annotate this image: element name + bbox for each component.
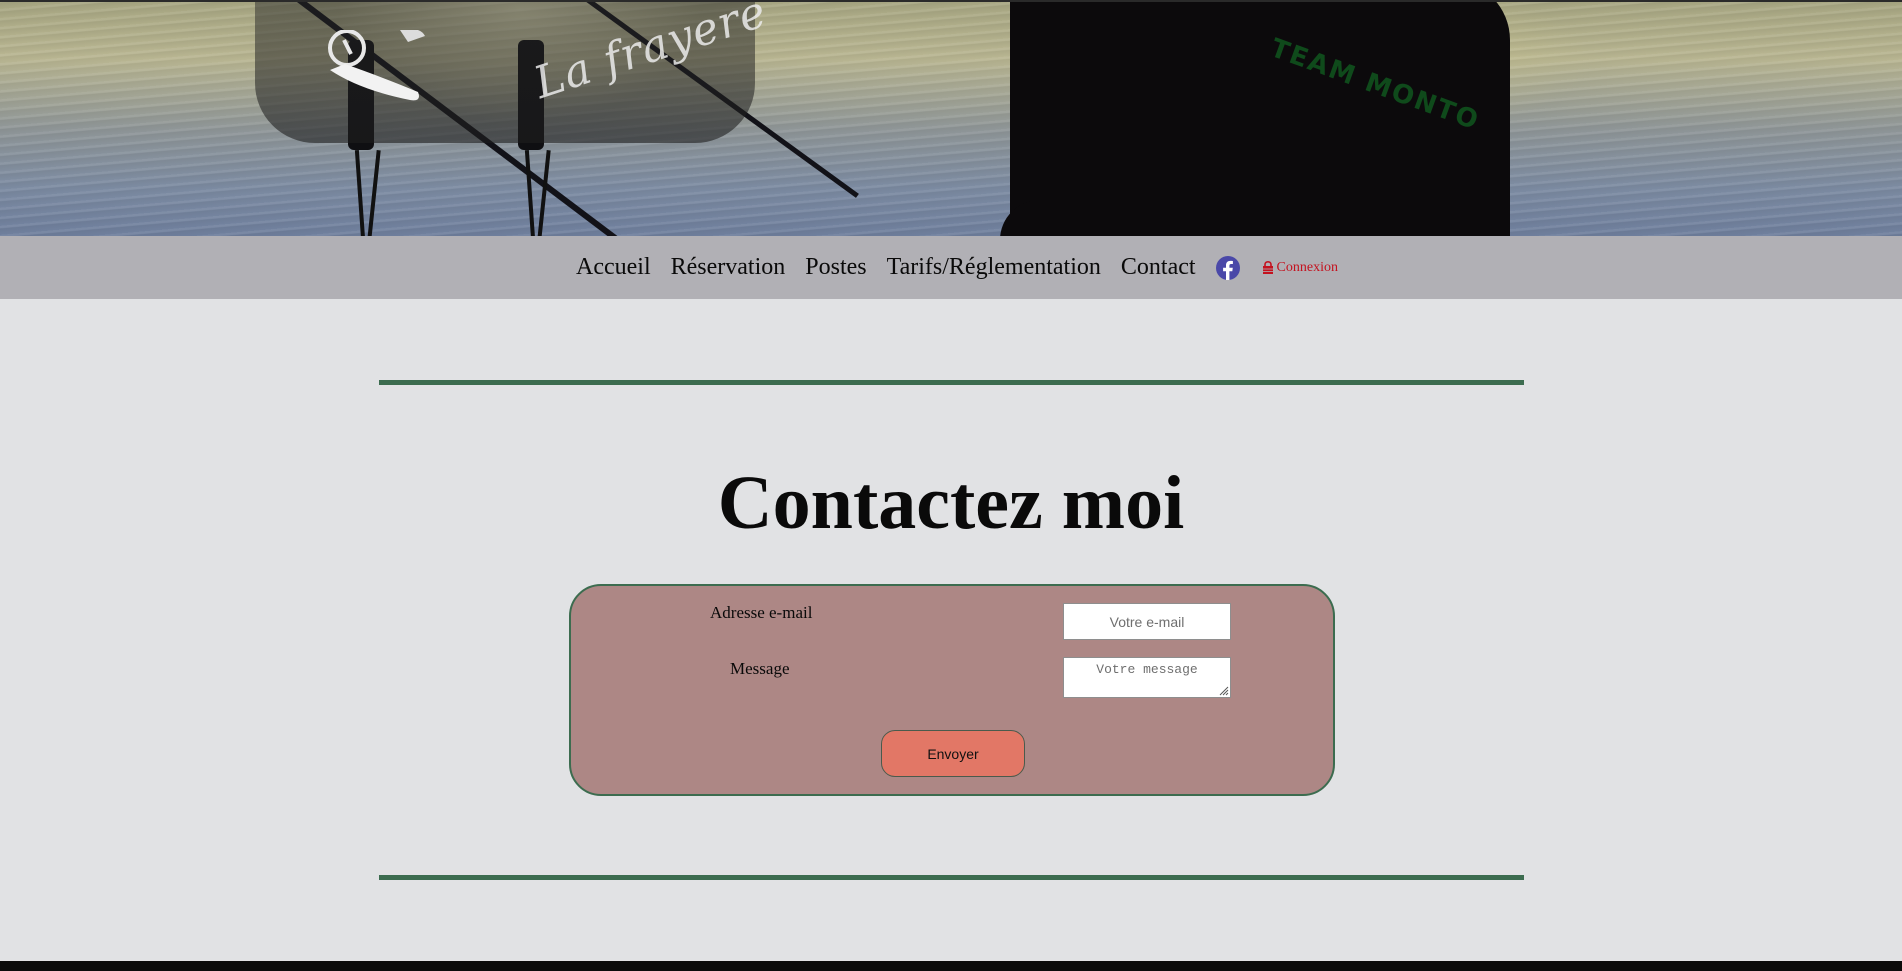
- page-title: Contactez moi: [717, 461, 1185, 545]
- header-banner: TEAM MONTO La frayere: [0, 0, 1902, 236]
- divider-bottom: [379, 875, 1524, 880]
- facebook-icon[interactable]: [1215, 255, 1240, 280]
- main-nav: Accueil Réservation Postes Tarifs/Réglem…: [0, 236, 1902, 299]
- logo-mark-icon: [328, 30, 425, 101]
- nav-item-contact[interactable]: Contact: [1121, 254, 1196, 281]
- nav-item-accueil[interactable]: Accueil: [576, 254, 651, 281]
- lock-icon: [1262, 261, 1273, 274]
- login-label: Connexion: [1276, 259, 1338, 275]
- divider-top: [379, 380, 1524, 385]
- nav-item-tarifs[interactable]: Tarifs/Réglementation: [887, 254, 1101, 281]
- send-button[interactable]: Envoyer: [881, 730, 1025, 777]
- message-label: Message: [730, 659, 790, 678]
- message-field[interactable]: [1063, 657, 1231, 698]
- footer-bar: [0, 961, 1902, 971]
- email-field[interactable]: [1063, 603, 1231, 640]
- login-link[interactable]: Connexion: [1262, 260, 1338, 276]
- resize-handle-icon[interactable]: [1218, 685, 1229, 696]
- nav-item-postes[interactable]: Postes: [805, 254, 866, 281]
- contact-form: Adresse e-mail Message Envoyer: [569, 584, 1335, 796]
- email-label: Adresse e-mail: [710, 603, 813, 622]
- nav-item-reservation[interactable]: Réservation: [671, 254, 786, 281]
